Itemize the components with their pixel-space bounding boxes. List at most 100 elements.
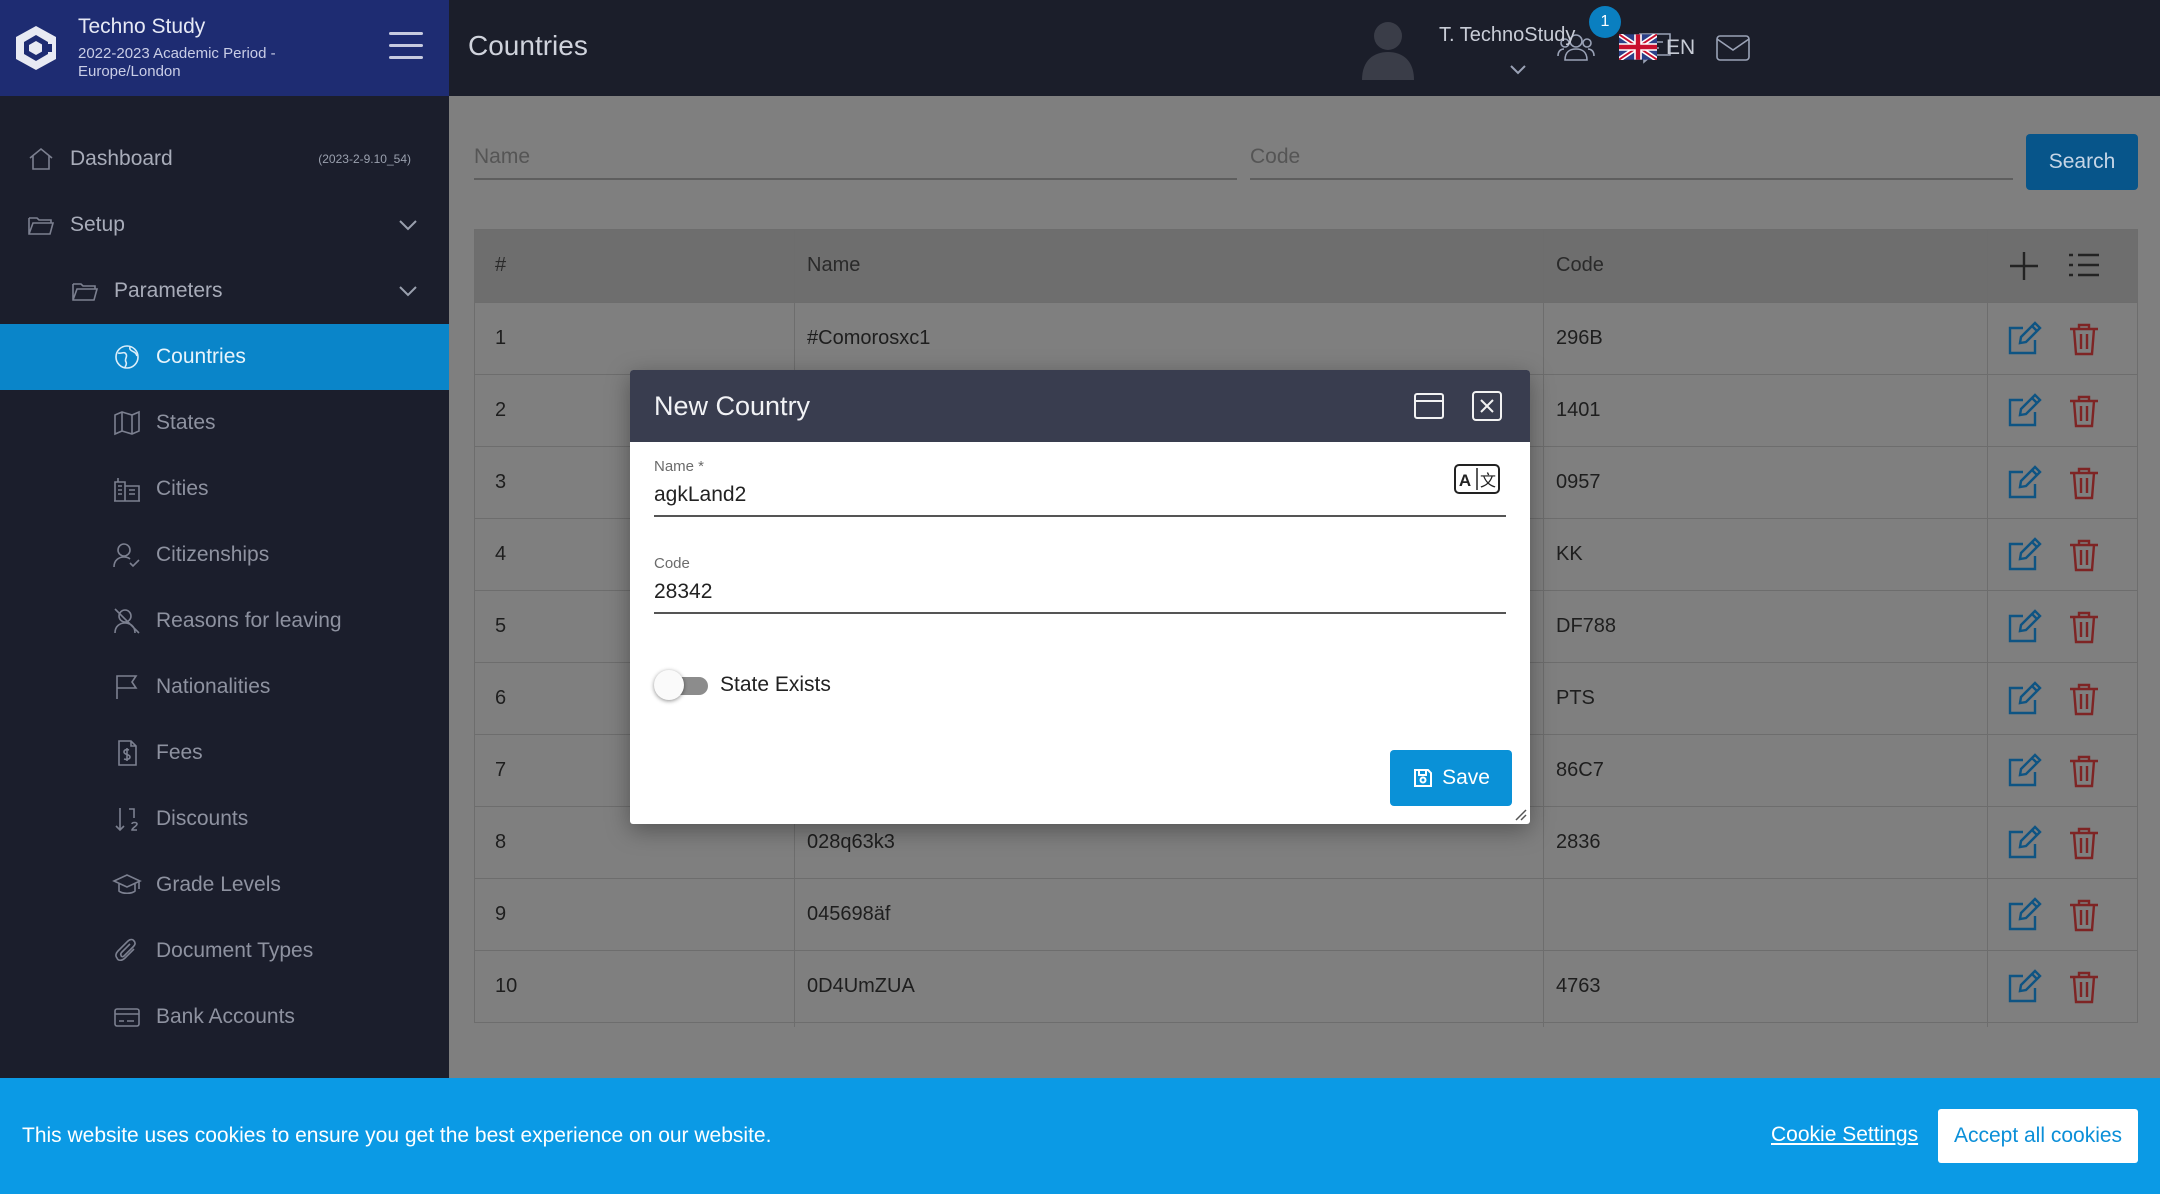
code-field-label: Code: [654, 555, 690, 572]
delete-icon[interactable]: [2065, 896, 2103, 934]
buildings-icon: [112, 474, 142, 504]
state-exists-label: State Exists: [720, 673, 831, 696]
sidebar: Techno Study 2022-2023 Academic Period -…: [0, 0, 449, 1194]
column-header-name[interactable]: Name: [807, 254, 860, 277]
column-header-code[interactable]: Code: [1556, 254, 1604, 277]
sidebar-item-bank-accounts[interactable]: Bank Accounts: [0, 984, 449, 1050]
edit-icon[interactable]: [2005, 608, 2043, 646]
delete-icon[interactable]: [2065, 464, 2103, 502]
edit-icon[interactable]: [2005, 680, 2043, 718]
save-button[interactable]: Save: [1390, 750, 1512, 806]
delete-icon[interactable]: [2065, 680, 2103, 718]
code-search-input[interactable]: [1250, 136, 2013, 178]
sidebar-item-cities[interactable]: Cities: [0, 456, 449, 522]
code-search-field[interactable]: [1250, 136, 2013, 180]
academic-period: 2022-2023 Academic Period - Europe/Londo…: [78, 45, 276, 80]
edit-icon[interactable]: [2005, 320, 2043, 358]
edit-icon[interactable]: [2005, 464, 2043, 502]
sidebar-item-nationalities[interactable]: Nationalities: [0, 654, 449, 720]
accept-cookies-button[interactable]: Accept all cookies: [1938, 1109, 2138, 1163]
row-code: 0957: [1556, 471, 1601, 493]
build-version: (2023-2-9.10_54): [318, 152, 411, 166]
delete-icon[interactable]: [2065, 536, 2103, 574]
delete-icon[interactable]: [2065, 320, 2103, 358]
row-code: DF788: [1556, 615, 1617, 637]
code-field[interactable]: Code 28342: [654, 555, 1506, 614]
user-check-icon: [112, 540, 142, 570]
row-name: #Comorosxc1: [807, 327, 931, 349]
sidebar-item-setup[interactable]: Setup: [0, 192, 449, 258]
delete-icon[interactable]: [2065, 968, 2103, 1006]
mail-icon[interactable]: [1713, 28, 1753, 68]
graduation-cap-icon: [112, 870, 142, 900]
name-search-input[interactable]: [474, 136, 1237, 178]
brand-header: Techno Study 2022-2023 Academic Period -…: [0, 0, 449, 96]
name-input[interactable]: agkLand2: [654, 483, 1506, 515]
resize-handle[interactable]: [1513, 807, 1527, 821]
sidebar-item-grade-levels[interactable]: Grade Levels: [0, 852, 449, 918]
row-code: 4763: [1556, 975, 1601, 997]
row-index: 6: [495, 687, 507, 709]
sidebar-item-countries[interactable]: Countries: [0, 324, 449, 390]
row-index: 1: [495, 327, 507, 349]
row-code: 296B: [1556, 327, 1603, 349]
add-icon[interactable]: [2005, 247, 2043, 285]
edit-icon[interactable]: [2005, 896, 2043, 934]
chevron-down-icon[interactable]: [1509, 64, 1527, 76]
delete-icon[interactable]: [2065, 608, 2103, 646]
language-selector[interactable]: EN: [1666, 36, 1695, 60]
code-input[interactable]: 28342: [654, 580, 1506, 612]
translate-icon[interactable]: A 文: [1454, 464, 1500, 494]
table-row: 1 #Comorosxc1 296B: [475, 302, 2137, 374]
sidebar-item-dashboard[interactable]: Dashboard (2023-2-9.10_54): [0, 126, 449, 192]
sidebar-item-reasons-for-leaving[interactable]: Reasons for leaving: [0, 588, 449, 654]
state-exists-toggle[interactable]: [654, 670, 710, 700]
row-code: 86C7: [1556, 759, 1604, 781]
sidebar-item-states[interactable]: States: [0, 390, 449, 456]
edit-icon[interactable]: [2005, 968, 2043, 1006]
new-country-dialog: New Country Name * agkLand2 A 文 Code 283…: [630, 370, 1530, 824]
page-title: Countries: [468, 30, 588, 61]
sidebar-item-citizenships[interactable]: Citizenships: [0, 522, 449, 588]
row-code: 2836: [1556, 831, 1601, 853]
menu-toggle-icon[interactable]: [389, 32, 423, 60]
uk-flag-icon[interactable]: [1619, 34, 1657, 60]
user-name[interactable]: T. TechnoStudy: [1439, 24, 1575, 47]
delete-icon[interactable]: [2065, 824, 2103, 862]
row-name: 045698äf: [807, 903, 891, 925]
sidebar-item-label: Countries: [156, 345, 246, 368]
table-row: 10 0D4UmZUA 4763: [475, 950, 2137, 1022]
delete-icon[interactable]: [2065, 752, 2103, 790]
chevron-down-icon: [397, 214, 419, 236]
delete-icon[interactable]: [2065, 392, 2103, 430]
name-search-field[interactable]: [474, 136, 1237, 180]
home-icon: [26, 144, 56, 174]
user-x-icon: [112, 606, 142, 636]
flag-icon: [112, 672, 142, 702]
sidebar-item-document-types[interactable]: Document Types: [0, 918, 449, 984]
cookie-settings-link[interactable]: Cookie Settings: [1771, 1123, 1918, 1147]
column-settings-icon[interactable]: [2065, 247, 2103, 285]
edit-icon[interactable]: [2005, 824, 2043, 862]
sidebar-item-label: Fees: [156, 741, 203, 764]
close-icon[interactable]: [1470, 390, 1504, 422]
sidebar-item-fees[interactable]: Fees: [0, 720, 449, 786]
svg-text:文: 文: [1480, 472, 1496, 490]
row-code: 1401: [1556, 399, 1601, 421]
avatar[interactable]: [1360, 18, 1416, 80]
maximize-icon[interactable]: [1412, 390, 1446, 422]
top-bar: Countries: [449, 0, 2160, 96]
sidebar-item-label: Cities: [156, 477, 209, 500]
edit-icon[interactable]: [2005, 392, 2043, 430]
paperclip-icon: [112, 936, 142, 966]
sidebar-item-parameters[interactable]: Parameters: [0, 258, 449, 324]
edit-icon[interactable]: [2005, 752, 2043, 790]
sidebar-item-discounts[interactable]: Discounts: [0, 786, 449, 852]
discount-icon: [112, 804, 142, 834]
edit-icon[interactable]: [2005, 536, 2043, 574]
row-index: 7: [495, 759, 507, 781]
sidebar-item-label: Citizenships: [156, 543, 270, 566]
svg-text:A: A: [1459, 471, 1471, 490]
search-button[interactable]: Search: [2026, 134, 2138, 190]
name-field[interactable]: Name * agkLand2 A 文: [654, 458, 1506, 517]
